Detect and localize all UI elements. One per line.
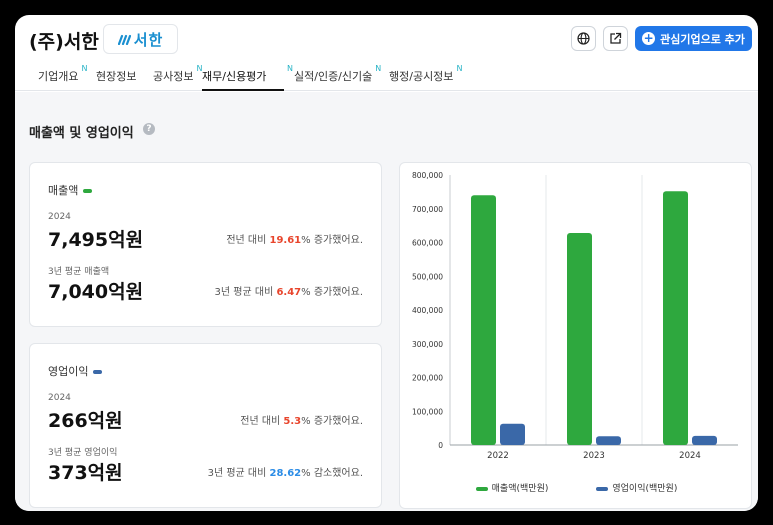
tab-admin-disclosure[interactable]: 행정/공시정보 N — [389, 64, 462, 91]
company-name: (주)서한 — [29, 31, 99, 53]
app-window: (주)서한 서한 + 관심기업으로 추가 기업개요 N 현장정보 공사정보 N … — [15, 15, 758, 511]
profit-value: 266억원 — [48, 410, 123, 432]
y-tick-label: 700,000 — [412, 205, 443, 214]
legend-label-profit: 영업이익(백만원) — [612, 484, 678, 494]
x-tick-label: 2022 — [487, 451, 509, 461]
new-badge: N — [375, 64, 382, 73]
bar-revenue-2023 — [567, 233, 592, 445]
plus-circle-icon: + — [642, 31, 656, 45]
revenue-legend-dash — [83, 189, 93, 193]
tab-label: 행정/공시정보 — [389, 70, 454, 83]
y-tick-label: 100,000 — [412, 407, 443, 416]
tab-performance-certification[interactable]: 실적/인증/신기술 N — [294, 64, 381, 91]
revenue-avg-comparison: 3년 평균 대비 6.47% 증가했어요. — [215, 283, 363, 298]
y-tick-label: 400,000 — [412, 306, 443, 315]
y-tick-label: 500,000 — [412, 272, 443, 281]
legend-item-revenue[interactable]: 매출액(백만원) — [475, 481, 549, 494]
y-tick-label: 600,000 — [412, 239, 443, 248]
profit-avg-comparison: 3년 평균 대비 28.62% 감소했어요. — [208, 464, 363, 479]
tab-construction-info[interactable]: 공사정보 N — [153, 64, 202, 91]
tab-site-info[interactable]: 현장정보 — [96, 68, 136, 91]
bar-operating-profit-2022 — [500, 423, 525, 445]
cmp-percent: 28.62 — [269, 468, 302, 479]
cmp-prefix: 전년 대비 — [240, 416, 284, 427]
bar-revenue-2024 — [663, 191, 688, 445]
profit-label-text: 영업이익 — [48, 365, 89, 378]
new-badge: N — [456, 64, 463, 73]
tab-label: 기업개요 — [38, 70, 79, 83]
section-title: 매출액 및 영업이익 — [29, 126, 134, 141]
legend-swatch-revenue — [475, 486, 488, 491]
new-badge: N — [287, 64, 293, 73]
y-tick-label: 0 — [438, 441, 443, 450]
tab-label: 실적/인증/신기술 — [294, 70, 373, 83]
language-button[interactable] — [571, 26, 596, 51]
tab-label: 재무/신용평가 — [202, 70, 267, 83]
profit-legend-dash — [93, 370, 103, 374]
new-badge: N — [81, 64, 88, 73]
bar-operating-profit-2024 — [692, 435, 717, 445]
y-tick-label: 200,000 — [412, 374, 443, 383]
company-logo: 서한 — [103, 24, 178, 54]
revenue-card: 매출액 2024 7,495억원 전년 대비 19.61% 증가했어요. 3년 … — [29, 162, 382, 327]
cmp-percent: 19.61 — [269, 235, 302, 246]
tab-company-overview[interactable]: 기업개요 N — [38, 64, 87, 91]
cmp-suffix: % 증가했어요. — [301, 416, 363, 427]
chart-legend: 매출액(백만원) 영업이익(백만원) — [400, 481, 753, 494]
cmp-suffix: % 감소했어요. — [301, 468, 363, 479]
tab-finance-credit[interactable]: 재무/신용평가 N — [202, 64, 293, 91]
profit-year: 2024 — [48, 393, 71, 403]
globe-icon — [577, 32, 590, 45]
revenue-label-text: 매출액 — [48, 184, 79, 197]
cmp-prefix: 3년 평균 대비 — [207, 468, 270, 479]
revenue-year: 2024 — [48, 212, 71, 222]
legend-item-profit[interactable]: 영업이익(백만원) — [596, 481, 677, 494]
cmp-suffix: % 증가했어요. — [301, 287, 363, 298]
profit-avg-value: 373억원 — [48, 462, 123, 484]
cmp-percent: 6.47 — [276, 287, 302, 298]
revenue-avg-label: 3년 평균 매출액 — [48, 267, 110, 277]
question-icon[interactable]: ? — [143, 123, 155, 135]
logo-mark-icon — [117, 34, 131, 45]
revenue-avg-value: 7,040억원 — [48, 281, 144, 303]
external-link-icon — [610, 32, 622, 44]
legend-swatch-profit — [596, 486, 609, 491]
legend-label-revenue: 매출액(백만원) — [491, 484, 549, 494]
cmp-suffix: % 증가했어요. — [301, 235, 363, 246]
bar-revenue-2022 — [471, 195, 496, 445]
x-tick-label: 2023 — [583, 451, 605, 461]
open-external-button[interactable] — [603, 26, 628, 51]
cmp-prefix: 전년 대비 — [226, 235, 270, 246]
revenue-label: 매출액 — [48, 182, 93, 198]
cmp-percent: 5.3 — [283, 416, 302, 427]
y-tick-label: 300,000 — [412, 340, 443, 349]
profit-label: 영업이익 — [48, 363, 103, 379]
profit-yoy-comparison: 전년 대비 5.3% 증가했어요. — [240, 412, 363, 427]
cmp-prefix: 3년 평균 대비 — [214, 287, 277, 298]
tab-label: 현장정보 — [96, 70, 137, 83]
profit-avg-label: 3년 평균 영업이익 — [48, 448, 118, 458]
logo-text: 서한 — [133, 30, 164, 49]
revenue-value: 7,495억원 — [48, 229, 144, 251]
y-tick-label: 800,000 — [412, 171, 443, 180]
tab-bar: 기업개요 N 현장정보 공사정보 N 재무/신용평가 N 실적/인증/신기술 N 행정/… — [15, 64, 758, 91]
content-area: 매출액 및 영업이익 ? 매출액 2024 7,495억원 전년 대비 19.6… — [15, 92, 758, 511]
operating-profit-card: 영업이익 2024 266억원 전년 대비 5.3% 증가했어요. 3년 평균 … — [29, 343, 382, 508]
add-favorite-button[interactable]: + 관심기업으로 추가 — [635, 26, 752, 51]
header: (주)서한 서한 + 관심기업으로 추가 — [15, 15, 758, 65]
tab-label: 공사정보 — [153, 70, 194, 83]
revenue-yoy-comparison: 전년 대비 19.61% 증가했어요. — [226, 231, 363, 246]
revenue-profit-chart-card: 0 100,000 200,000 300,000 400,000 500,000 600,… — [399, 162, 752, 509]
x-tick-label: 2024 — [679, 451, 701, 461]
bar-operating-profit-2023 — [596, 436, 621, 445]
revenue-profit-chart: 0 100,000 200,000 300,000 400,000 500,000 600,… — [412, 171, 738, 461]
add-favorite-label: 관심기업으로 추가 — [660, 32, 745, 46]
